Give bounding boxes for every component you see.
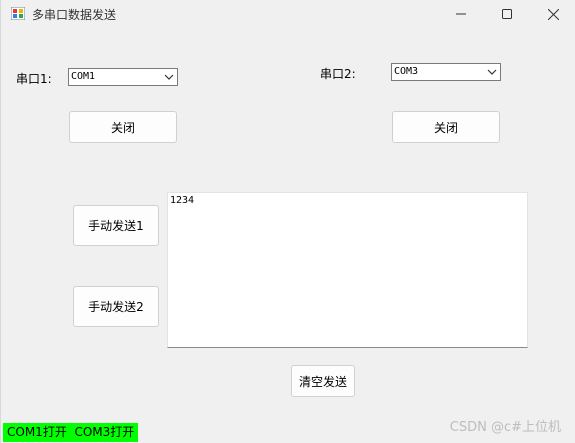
status-text: COM1打开 COM3打开	[3, 423, 139, 442]
chevron-down-icon	[164, 74, 174, 80]
port1-label: 串口1:	[16, 72, 52, 86]
send-textarea[interactable]: 1234	[167, 192, 528, 348]
port2-close-button[interactable]: 关闭	[392, 111, 500, 143]
port2-selected-value: COM3	[394, 66, 419, 77]
port2-combobox[interactable]: COM3	[391, 63, 501, 81]
close-window-button[interactable]	[530, 0, 575, 28]
watermark: CSDN @c#上位机	[449, 420, 561, 435]
minimize-icon	[456, 13, 466, 15]
port1-close-button[interactable]: 关闭	[69, 111, 177, 143]
port1-selected-value: COM1	[71, 71, 96, 82]
maximize-button[interactable]	[484, 0, 530, 28]
main-window: 多串口数据发送 串口1: COM1 关闭 串口2: COM3 关闭 手动发送1 …	[0, 0, 575, 443]
manual-send-1-button[interactable]: 手动发送1	[73, 205, 159, 246]
send-text-content: 1234	[170, 195, 195, 206]
maximize-icon	[502, 9, 512, 19]
port1-combobox[interactable]: COM1	[68, 68, 178, 86]
minimize-button[interactable]	[438, 0, 484, 28]
clear-send-button[interactable]: 清空发送	[291, 365, 355, 397]
title-bar: 多串口数据发送	[1, 0, 575, 28]
chevron-down-icon	[487, 69, 497, 75]
window-title: 多串口数据发送	[32, 8, 117, 22]
port2-label: 串口2:	[320, 67, 356, 81]
close-icon	[547, 8, 559, 20]
manual-send-2-button[interactable]: 手动发送2	[73, 286, 159, 327]
app-icon	[11, 7, 25, 20]
